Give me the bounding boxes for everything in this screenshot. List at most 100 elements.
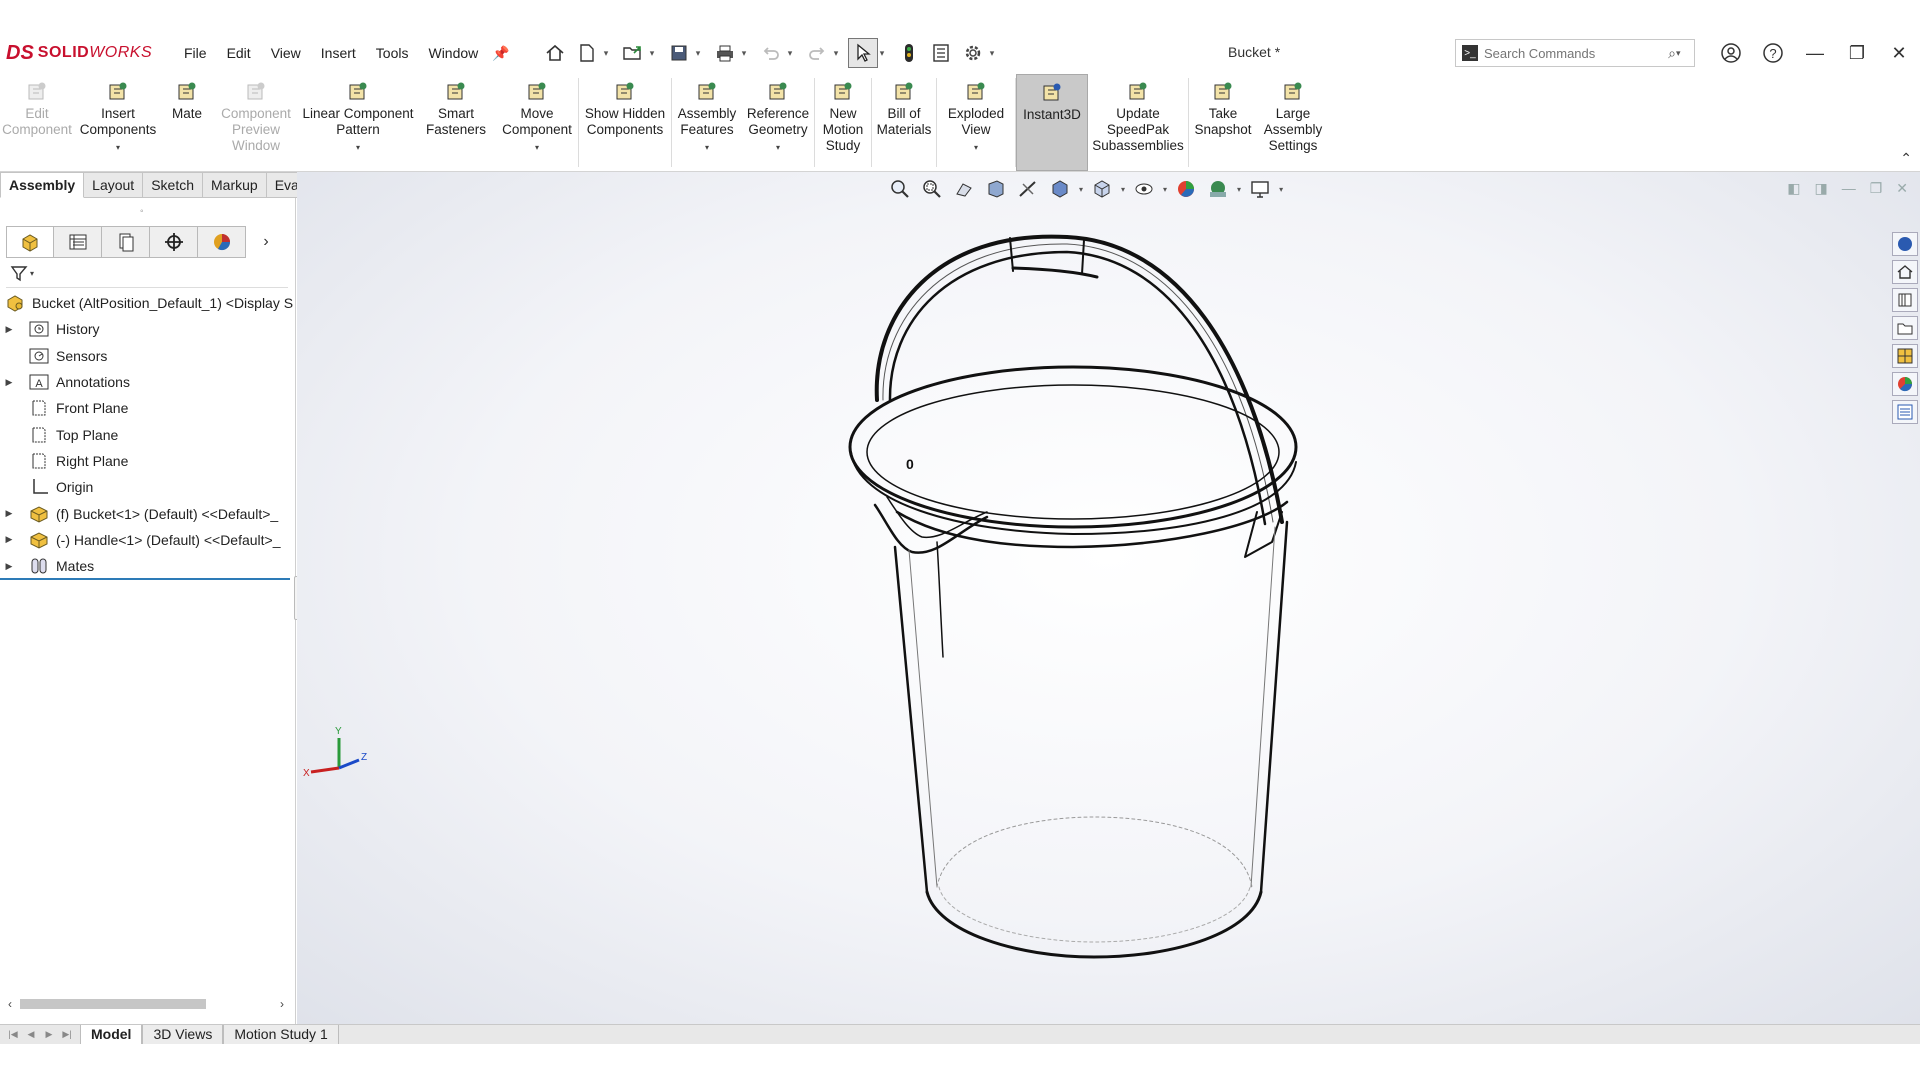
- instant3d-button[interactable]: Instant3D: [1016, 74, 1088, 171]
- undo-icon[interactable]: [756, 38, 786, 68]
- tree-item-origin[interactable]: Origin: [0, 474, 296, 500]
- menu-file[interactable]: File: [174, 41, 217, 65]
- expand-arrow-icon[interactable]: ▶: [0, 561, 18, 572]
- tree-item-mates[interactable]: ▶ Mates: [0, 553, 296, 579]
- new-dropdown-icon[interactable]: ▾: [604, 48, 616, 59]
- edit-component-button[interactable]: Edit Component: [0, 74, 74, 171]
- first-tab-icon[interactable]: |◀: [4, 1029, 22, 1040]
- user-account-icon[interactable]: [1710, 32, 1752, 74]
- design-library-icon[interactable]: [1892, 288, 1918, 312]
- minimize-window-icon[interactable]: —: [1794, 32, 1836, 74]
- tree-item-handle-1-default-default[interactable]: ▶ (-) Handle<1> (Default) <<Default>_: [0, 527, 296, 553]
- view-palette-icon[interactable]: [1892, 344, 1918, 368]
- filter-icon[interactable]: [10, 265, 30, 283]
- dimxpert-manager-tab-icon[interactable]: [150, 226, 198, 258]
- tree-horizontal-scrollbar[interactable]: ‹ ›: [0, 994, 292, 1014]
- component-preview-button[interactable]: Component Preview Window: [212, 74, 300, 171]
- file-explorer-icon[interactable]: [1892, 316, 1918, 340]
- exploded-view-button[interactable]: Exploded View ▾: [937, 74, 1015, 171]
- help-icon[interactable]: ?: [1752, 32, 1794, 74]
- linear-pattern-button[interactable]: Linear Component Pattern ▾: [300, 74, 416, 171]
- menu-window[interactable]: Window: [418, 41, 488, 65]
- menu-insert[interactable]: Insert: [311, 41, 366, 65]
- collapse-ribbon-icon[interactable]: ⌃: [1900, 150, 1912, 167]
- bom-button[interactable]: Bill of Materials: [872, 74, 936, 171]
- search-commands-box[interactable]: >_ ⌕ ▾: [1455, 39, 1695, 67]
- panel-handle-icon[interactable]: ◦: [140, 206, 144, 217]
- filter-dropdown-icon[interactable]: ▾: [30, 269, 34, 278]
- assembly-features-button[interactable]: Assembly Features ▾: [672, 74, 742, 171]
- move-component-button[interactable]: Move Component ▾: [496, 74, 578, 171]
- mate-button[interactable]: Mate: [162, 74, 212, 171]
- tree-item-front-plane[interactable]: Front Plane: [0, 395, 296, 421]
- home-task-icon[interactable]: [1892, 260, 1918, 284]
- search-commands-input[interactable]: [1484, 45, 1654, 61]
- solidworks-logo[interactable]: DS SOLIDWORKS: [6, 42, 166, 65]
- more-tabs-chevron-icon[interactable]: ›: [246, 226, 286, 258]
- tab-sketch[interactable]: Sketch: [143, 172, 204, 198]
- open-dropdown-icon[interactable]: ▾: [650, 48, 662, 59]
- rebuild-icon[interactable]: [894, 38, 924, 68]
- close-window-icon[interactable]: ✕: [1878, 32, 1920, 74]
- reference-geometry-button[interactable]: Reference Geometry ▾: [742, 74, 814, 171]
- feature-manager-tab-icon[interactable]: [6, 226, 54, 258]
- bottom-tab-motion-study-1[interactable]: Motion Study 1: [223, 1024, 339, 1045]
- redo-icon[interactable]: [802, 38, 832, 68]
- expand-arrow-icon[interactable]: ▶: [0, 377, 18, 388]
- speedpak-button[interactable]: Update SpeedPak Subassemblies: [1088, 74, 1188, 171]
- menu-edit[interactable]: Edit: [217, 41, 261, 65]
- tree-item-f-bucket-1-default-default[interactable]: ▶ (f) Bucket<1> (Default) <<Default>_: [0, 500, 296, 526]
- expand-arrow-icon[interactable]: ▶: [0, 534, 18, 545]
- display-manager-tab-icon[interactable]: [198, 226, 246, 258]
- smart-fasteners-button[interactable]: Smart Fasteners: [416, 74, 496, 171]
- tree-filter[interactable]: ▾: [6, 260, 288, 288]
- pin-menu-icon[interactable]: 📌: [492, 45, 509, 62]
- last-tab-icon[interactable]: ▶|: [58, 1029, 76, 1040]
- custom-properties-icon[interactable]: [1892, 400, 1918, 424]
- options-gear-icon[interactable]: [958, 38, 988, 68]
- snapshot-button[interactable]: Take Snapshot: [1189, 74, 1257, 171]
- redo-dropdown-icon[interactable]: ▾: [834, 48, 846, 59]
- motion-study-button[interactable]: New Motion Study: [815, 74, 871, 171]
- menu-tools[interactable]: Tools: [366, 41, 419, 65]
- insert-components-button[interactable]: Insert Components ▾: [74, 74, 162, 171]
- select-dropdown-icon[interactable]: ▾: [880, 48, 892, 59]
- show-hidden-button[interactable]: Show Hidden Components: [579, 74, 671, 171]
- menu-view[interactable]: View: [261, 41, 311, 65]
- save-dropdown-icon[interactable]: ▾: [696, 48, 708, 59]
- bottom-tab-3d-views[interactable]: 3D Views: [142, 1024, 224, 1045]
- tree-item-top-plane[interactable]: Top Plane: [0, 421, 296, 447]
- expand-arrow-icon[interactable]: ▶: [0, 508, 18, 519]
- ribbon-dropdown-icon[interactable]: ▾: [974, 140, 978, 156]
- property-manager-tab-icon[interactable]: [54, 226, 102, 258]
- undo-dropdown-icon[interactable]: ▾: [788, 48, 800, 59]
- tab-layout[interactable]: Layout: [84, 172, 144, 198]
- scroll-right-icon[interactable]: ›: [272, 997, 292, 1011]
- restore-window-icon[interactable]: ❐: [1836, 32, 1878, 74]
- open-document-icon[interactable]: [618, 38, 648, 68]
- scrollbar-thumb[interactable]: [20, 999, 206, 1009]
- tab-markup[interactable]: Markup: [203, 172, 267, 198]
- expand-arrow-icon[interactable]: ▶: [0, 324, 18, 335]
- configuration-manager-tab-icon[interactable]: [102, 226, 150, 258]
- appearances-scenes-icon[interactable]: [1892, 372, 1918, 396]
- file-properties-icon[interactable]: [926, 38, 956, 68]
- print-dropdown-icon[interactable]: ▾: [742, 48, 754, 59]
- ribbon-dropdown-icon[interactable]: ▾: [116, 140, 120, 156]
- search-dropdown-icon[interactable]: ▾: [1676, 48, 1688, 59]
- save-icon[interactable]: [664, 38, 694, 68]
- prev-tab-icon[interactable]: ◀: [22, 1029, 40, 1040]
- bucket-model[interactable]: 0 Y X Z: [297, 172, 1920, 1024]
- graphics-area[interactable]: ▾ ▾ ▾ ▾ ▾ ◧ ◨ — ❐ ✕ 0 Y X Z: [297, 172, 1920, 1024]
- bottom-tab-model[interactable]: Model: [80, 1024, 143, 1045]
- options-dropdown-icon[interactable]: ▾: [990, 48, 1002, 59]
- new-document-icon[interactable]: [572, 38, 602, 68]
- ribbon-dropdown-icon[interactable]: ▾: [535, 140, 539, 156]
- ribbon-dropdown-icon[interactable]: ▾: [356, 140, 360, 156]
- scroll-left-icon[interactable]: ‹: [0, 997, 20, 1011]
- next-tab-icon[interactable]: ▶: [40, 1029, 58, 1040]
- solidworks-resources-icon[interactable]: [1892, 232, 1918, 256]
- ribbon-dropdown-icon[interactable]: ▾: [776, 140, 780, 156]
- tree-item-annotations[interactable]: ▶ A Annotations: [0, 369, 296, 395]
- tree-item-sensors[interactable]: Sensors: [0, 343, 296, 369]
